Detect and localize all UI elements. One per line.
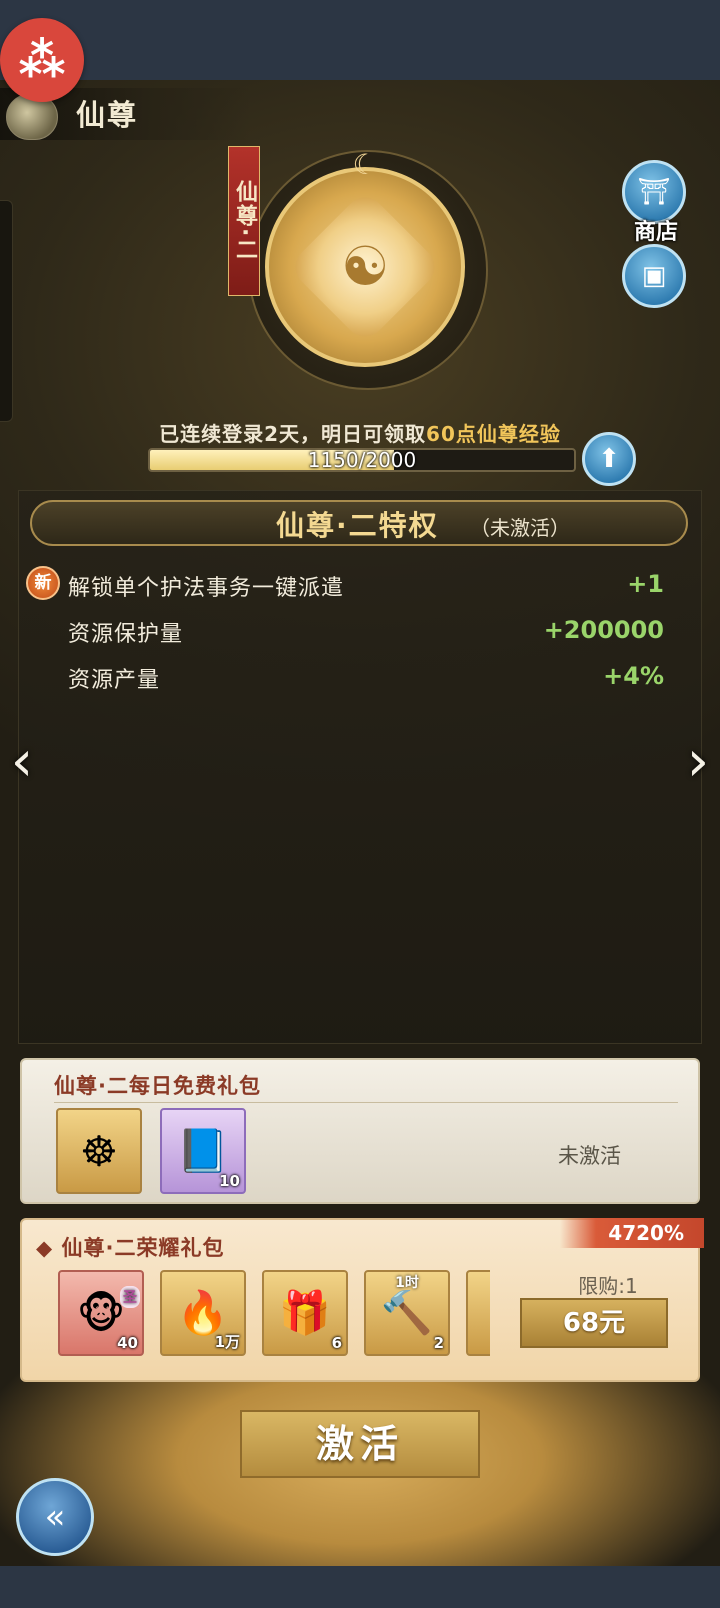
item-quantity: 10 (219, 1172, 240, 1190)
upgrade-button[interactable]: ⬆ (582, 432, 636, 486)
item-tile[interactable]: 🐵 圣 40 (58, 1270, 144, 1356)
honor-pack-title-text: 仙尊·二荣耀礼包 (61, 1236, 225, 1260)
item-tile[interactable]: ☸ (56, 1108, 142, 1194)
page-title: 仙尊 (76, 98, 139, 132)
treasure-chest-icon: 🎁 (278, 1288, 332, 1337)
item-quantity: 1万 (214, 1333, 240, 1351)
next-rank-arrow-icon[interactable]: › (676, 730, 720, 794)
side-drawer-handle[interactable] (0, 200, 13, 422)
privilege-status: （未激活） (470, 516, 570, 540)
perk-value: +4% (603, 662, 664, 690)
bonus-ribbon: 4720% (560, 1218, 704, 1248)
prev-rank-arrow-icon[interactable]: ‹ (0, 730, 44, 794)
purple-book-icon: 📘 (176, 1126, 230, 1175)
item-tile[interactable]: ◐ (466, 1270, 490, 1356)
status-bar (0, 0, 720, 80)
honor-pack-title: ◆ 仙尊·二荣耀礼包 (36, 1236, 225, 1260)
shop-label: 商店 (633, 220, 678, 245)
free-pack-title: 仙尊·二每日免费礼包 (54, 1074, 261, 1098)
exp-progress-text: 1150/2000 (307, 448, 417, 472)
item-quantity: 6 (331, 1334, 342, 1352)
pavilion-icon: ⛩ (637, 177, 671, 207)
item-tile[interactable]: 1时 🔨 2 (364, 1270, 450, 1356)
chest-icon: ▣ (641, 261, 667, 291)
chest-button[interactable]: ▣ (622, 244, 686, 308)
free-pack-status: 未激活 (558, 1144, 621, 1168)
meditating-figure-icon: ☸ (80, 1126, 118, 1176)
login-streak-prefix: 已连续登录2天，明日可领取 (159, 422, 427, 446)
buy-price-button[interactable]: 68元 (520, 1298, 668, 1348)
back-button[interactable]: « (16, 1478, 94, 1556)
activate-button[interactable]: 激活 (240, 1410, 480, 1478)
item-quantity: 40 (117, 1334, 138, 1352)
navigation-bar (0, 1566, 720, 1608)
new-badge: 新 (26, 566, 60, 600)
item-quantity: 2 (433, 1334, 444, 1352)
crescent-moon-icon: ☾ (352, 148, 378, 181)
privilege-title: 仙尊·二特权 (276, 509, 439, 542)
perk-value: +1 (627, 570, 664, 598)
rank-emblem: ☯ (265, 167, 465, 367)
perk-label: 资源保护量 (68, 622, 184, 647)
item-tile[interactable]: 📘 10 (160, 1108, 246, 1194)
meditating-figure-icon: ☯ (340, 234, 390, 298)
perk-value: +200000 (543, 616, 664, 644)
app-logo-icon[interactable]: ⁂ (0, 18, 84, 102)
emblem-diamond: ☯ (287, 189, 443, 345)
honor-item-strip[interactable]: 🐵 圣 40 🔥 1万 🎁 6 1时 🔨 2 ◐ (56, 1268, 490, 1360)
perk-label: 资源产量 (68, 668, 161, 693)
purchase-limit: 限购:1 (578, 1274, 638, 1298)
divider (54, 1102, 678, 1103)
back-arrow-icon: « (44, 1497, 66, 1537)
monkey-king-icon: 🐵 (76, 1288, 126, 1338)
perk-label: 解锁单个护法事务一键派遣 (68, 576, 345, 601)
rank-banner: 仙尊·二 (228, 146, 260, 296)
saint-badge: 圣 (120, 1286, 140, 1308)
item-tile[interactable]: 🔥 1万 (160, 1270, 246, 1356)
item-tile[interactable]: 🎁 6 (262, 1270, 348, 1356)
arrow-up-icon: ⬆ (598, 444, 620, 474)
speedup-hammer-icon: 🔨 (380, 1288, 434, 1337)
login-reward-highlight: 60点仙尊经验 (426, 422, 561, 446)
item-timer: 1时 (395, 1275, 419, 1291)
